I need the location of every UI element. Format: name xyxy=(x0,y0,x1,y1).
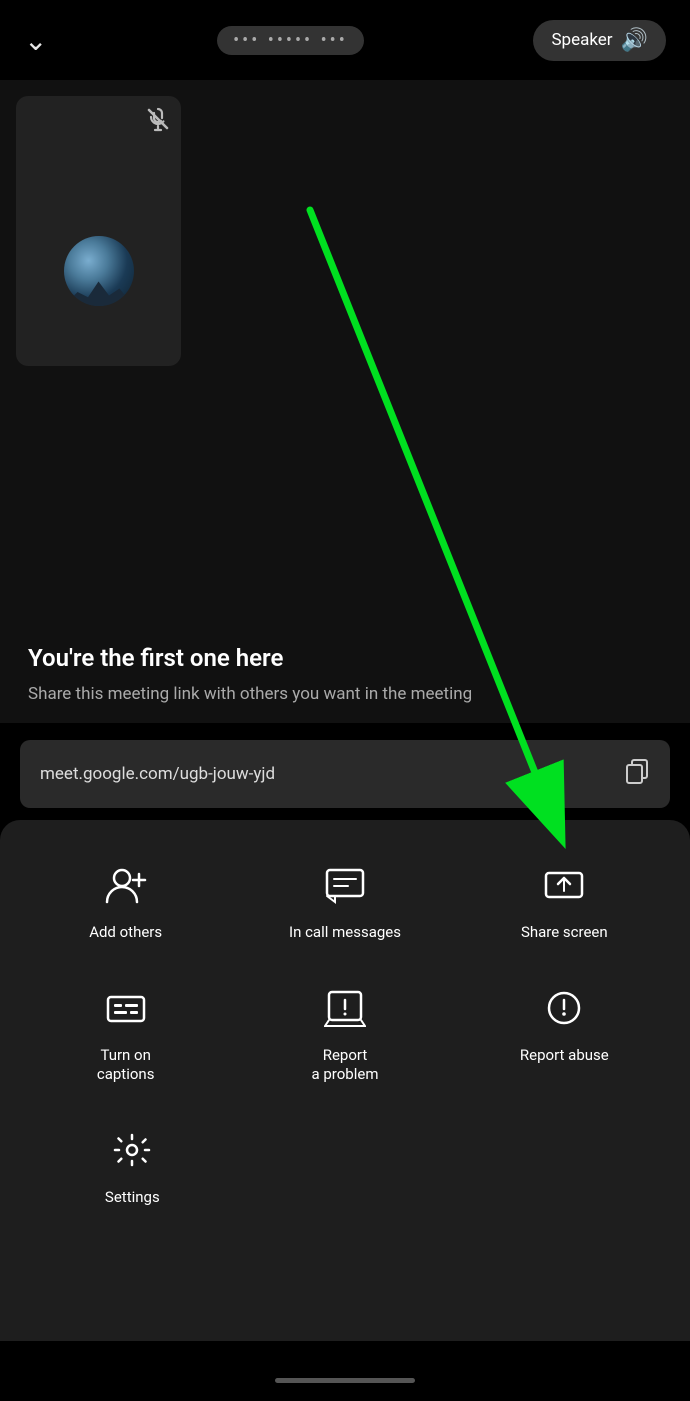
menu-grid: Add others In call messages xyxy=(16,848,674,1113)
report-problem-label: Reporta problem xyxy=(312,1046,379,1085)
meeting-link-text: meet.google.com/ugb-jouw-yjd xyxy=(40,764,275,784)
menu-item-report-abuse[interactable]: Report abuse xyxy=(455,971,674,1113)
bottom-panel: Add others In call messages xyxy=(0,820,690,1341)
turn-on-captions-label: Turn oncaptions xyxy=(97,1046,155,1085)
menu-item-turn-on-captions[interactable]: Turn oncaptions xyxy=(16,971,235,1113)
menu-item-report-problem[interactable]: Reporta problem xyxy=(235,971,454,1113)
meeting-link-box[interactable]: meet.google.com/ugb-jouw-yjd xyxy=(20,740,670,808)
report-problem-icon xyxy=(324,989,366,1034)
menu-item-add-others[interactable]: Add others xyxy=(16,848,235,971)
message-icon xyxy=(324,866,366,911)
first-one-subtitle: Share this meeting link with others you … xyxy=(28,682,662,707)
report-abuse-label: Report abuse xyxy=(520,1046,609,1066)
menu-item-in-call-messages[interactable]: In call messages xyxy=(235,848,454,971)
mute-icon xyxy=(145,106,171,139)
self-video-thumbnail xyxy=(16,96,181,366)
report-abuse-icon xyxy=(543,989,585,1034)
menu-item-share-screen[interactable]: Share screen xyxy=(455,848,674,971)
in-call-messages-label: In call messages xyxy=(289,923,401,943)
meeting-code: ••• ••••• ••• xyxy=(217,26,364,55)
share-screen-label: Share screen xyxy=(521,923,608,943)
share-screen-icon xyxy=(543,866,585,911)
menu-item-settings[interactable]: Settings xyxy=(26,1113,239,1220)
video-area xyxy=(0,80,690,660)
avatar xyxy=(64,236,134,306)
speaker-label: Speaker xyxy=(551,30,612,50)
settings-icon xyxy=(111,1131,153,1176)
home-indicator xyxy=(275,1378,415,1383)
info-area: You're the first one here Share this mee… xyxy=(0,620,690,723)
add-person-icon xyxy=(105,866,147,911)
chevron-down-icon[interactable]: ⌄ xyxy=(24,24,47,57)
captions-icon xyxy=(105,989,147,1034)
settings-row: Settings xyxy=(16,1113,674,1220)
add-others-label: Add others xyxy=(89,923,162,943)
settings-label: Settings xyxy=(105,1188,160,1208)
first-one-title: You're the first one here xyxy=(28,644,662,672)
speaker-button[interactable]: Speaker 🔊 xyxy=(533,20,666,61)
copy-icon[interactable] xyxy=(624,758,650,790)
speaker-icon: 🔊 xyxy=(621,28,648,53)
top-bar: ⌄ ••• ••••• ••• Speaker 🔊 xyxy=(0,0,690,80)
